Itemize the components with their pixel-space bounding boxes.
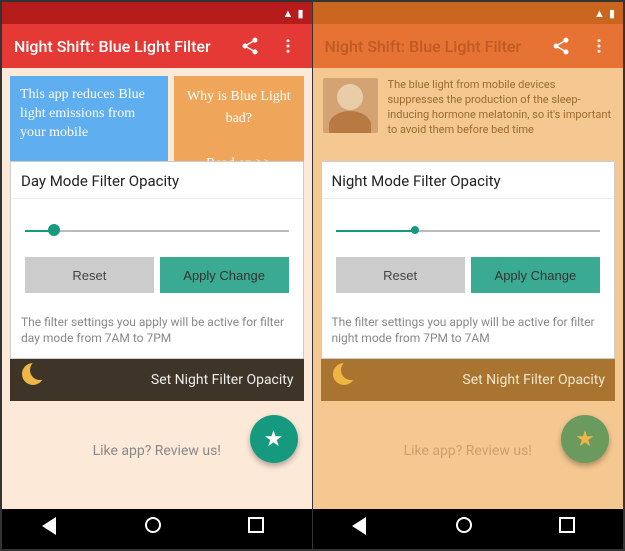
battery-icon: ▮: [297, 7, 303, 20]
status-bar: ▲ ▮: [2, 2, 312, 24]
overflow-menu-icon[interactable]: [276, 34, 300, 58]
app-bar: Night Shift: Blue Light Filter: [313, 24, 624, 68]
night-filter-bar[interactable]: Set Night Filter Opacity: [10, 359, 304, 401]
reset-button[interactable]: Reset: [25, 257, 154, 293]
share-icon[interactable]: [549, 34, 573, 58]
battery-icon: ▮: [609, 7, 615, 20]
nav-home-button[interactable]: [456, 517, 480, 541]
apply-button[interactable]: Apply Change: [471, 257, 600, 293]
signal-icon: ▲: [283, 7, 294, 20]
nav-back-button[interactable]: [352, 517, 376, 541]
share-icon[interactable]: [238, 34, 262, 58]
moon-icon: [333, 363, 355, 385]
promo-why-title: Why is Blue Light bad?: [184, 86, 293, 131]
night-bar-label: Set Night Filter Opacity: [462, 372, 605, 388]
star-icon: ★: [264, 427, 284, 452]
android-nav-bar: [2, 509, 312, 549]
card-footer-text: The filter settings you apply will be ac…: [322, 305, 615, 358]
promo-info-text: The blue light from mobile devices suppr…: [388, 78, 614, 163]
star-icon: ★: [575, 427, 595, 452]
status-bar: ▲ ▮: [313, 2, 624, 24]
nav-recent-button[interactable]: [248, 517, 272, 541]
opacity-slider[interactable]: [336, 221, 601, 239]
slider-fill: [336, 230, 415, 232]
night-bar-label: Set Night Filter Opacity: [151, 372, 294, 388]
card-title: Day Mode Filter Opacity: [11, 162, 303, 199]
fab-star-button[interactable]: ★: [561, 415, 609, 463]
promo-card-why[interactable]: Why is Blue Light bad? Read on >>: [174, 76, 303, 163]
apply-button[interactable]: Apply Change: [160, 257, 289, 293]
slider-thumb[interactable]: [48, 224, 60, 236]
night-filter-bar[interactable]: Set Night Filter Opacity: [321, 359, 616, 401]
moon-icon: [22, 363, 44, 385]
opacity-slider[interactable]: [25, 221, 289, 239]
nav-recent-button[interactable]: [559, 517, 583, 541]
avatar-image: [323, 78, 378, 133]
app-title: Night Shift: Blue Light Filter: [14, 37, 224, 56]
card-title: Night Mode Filter Opacity: [322, 162, 615, 199]
signal-icon: ▲: [594, 7, 605, 20]
nav-back-button[interactable]: [42, 517, 66, 541]
fab-star-button[interactable]: ★: [250, 415, 298, 463]
promo-card-reduces: This app reduces Blue light emissions fr…: [10, 76, 168, 163]
slider-thumb[interactable]: [411, 226, 419, 234]
app-title: Night Shift: Blue Light Filter: [325, 37, 536, 56]
slider-track: [25, 230, 289, 232]
overflow-menu-icon[interactable]: [587, 34, 611, 58]
android-nav-bar: [313, 509, 624, 549]
card-footer-text: The filter settings you apply will be ac…: [11, 305, 303, 358]
nav-home-button[interactable]: [145, 517, 169, 541]
reset-button[interactable]: Reset: [336, 257, 465, 293]
app-bar: Night Shift: Blue Light Filter: [2, 24, 312, 68]
opacity-card: Day Mode Filter Opacity Reset Apply Chan…: [10, 161, 304, 359]
opacity-card: Night Mode Filter Opacity Reset Apply Ch…: [321, 161, 616, 359]
